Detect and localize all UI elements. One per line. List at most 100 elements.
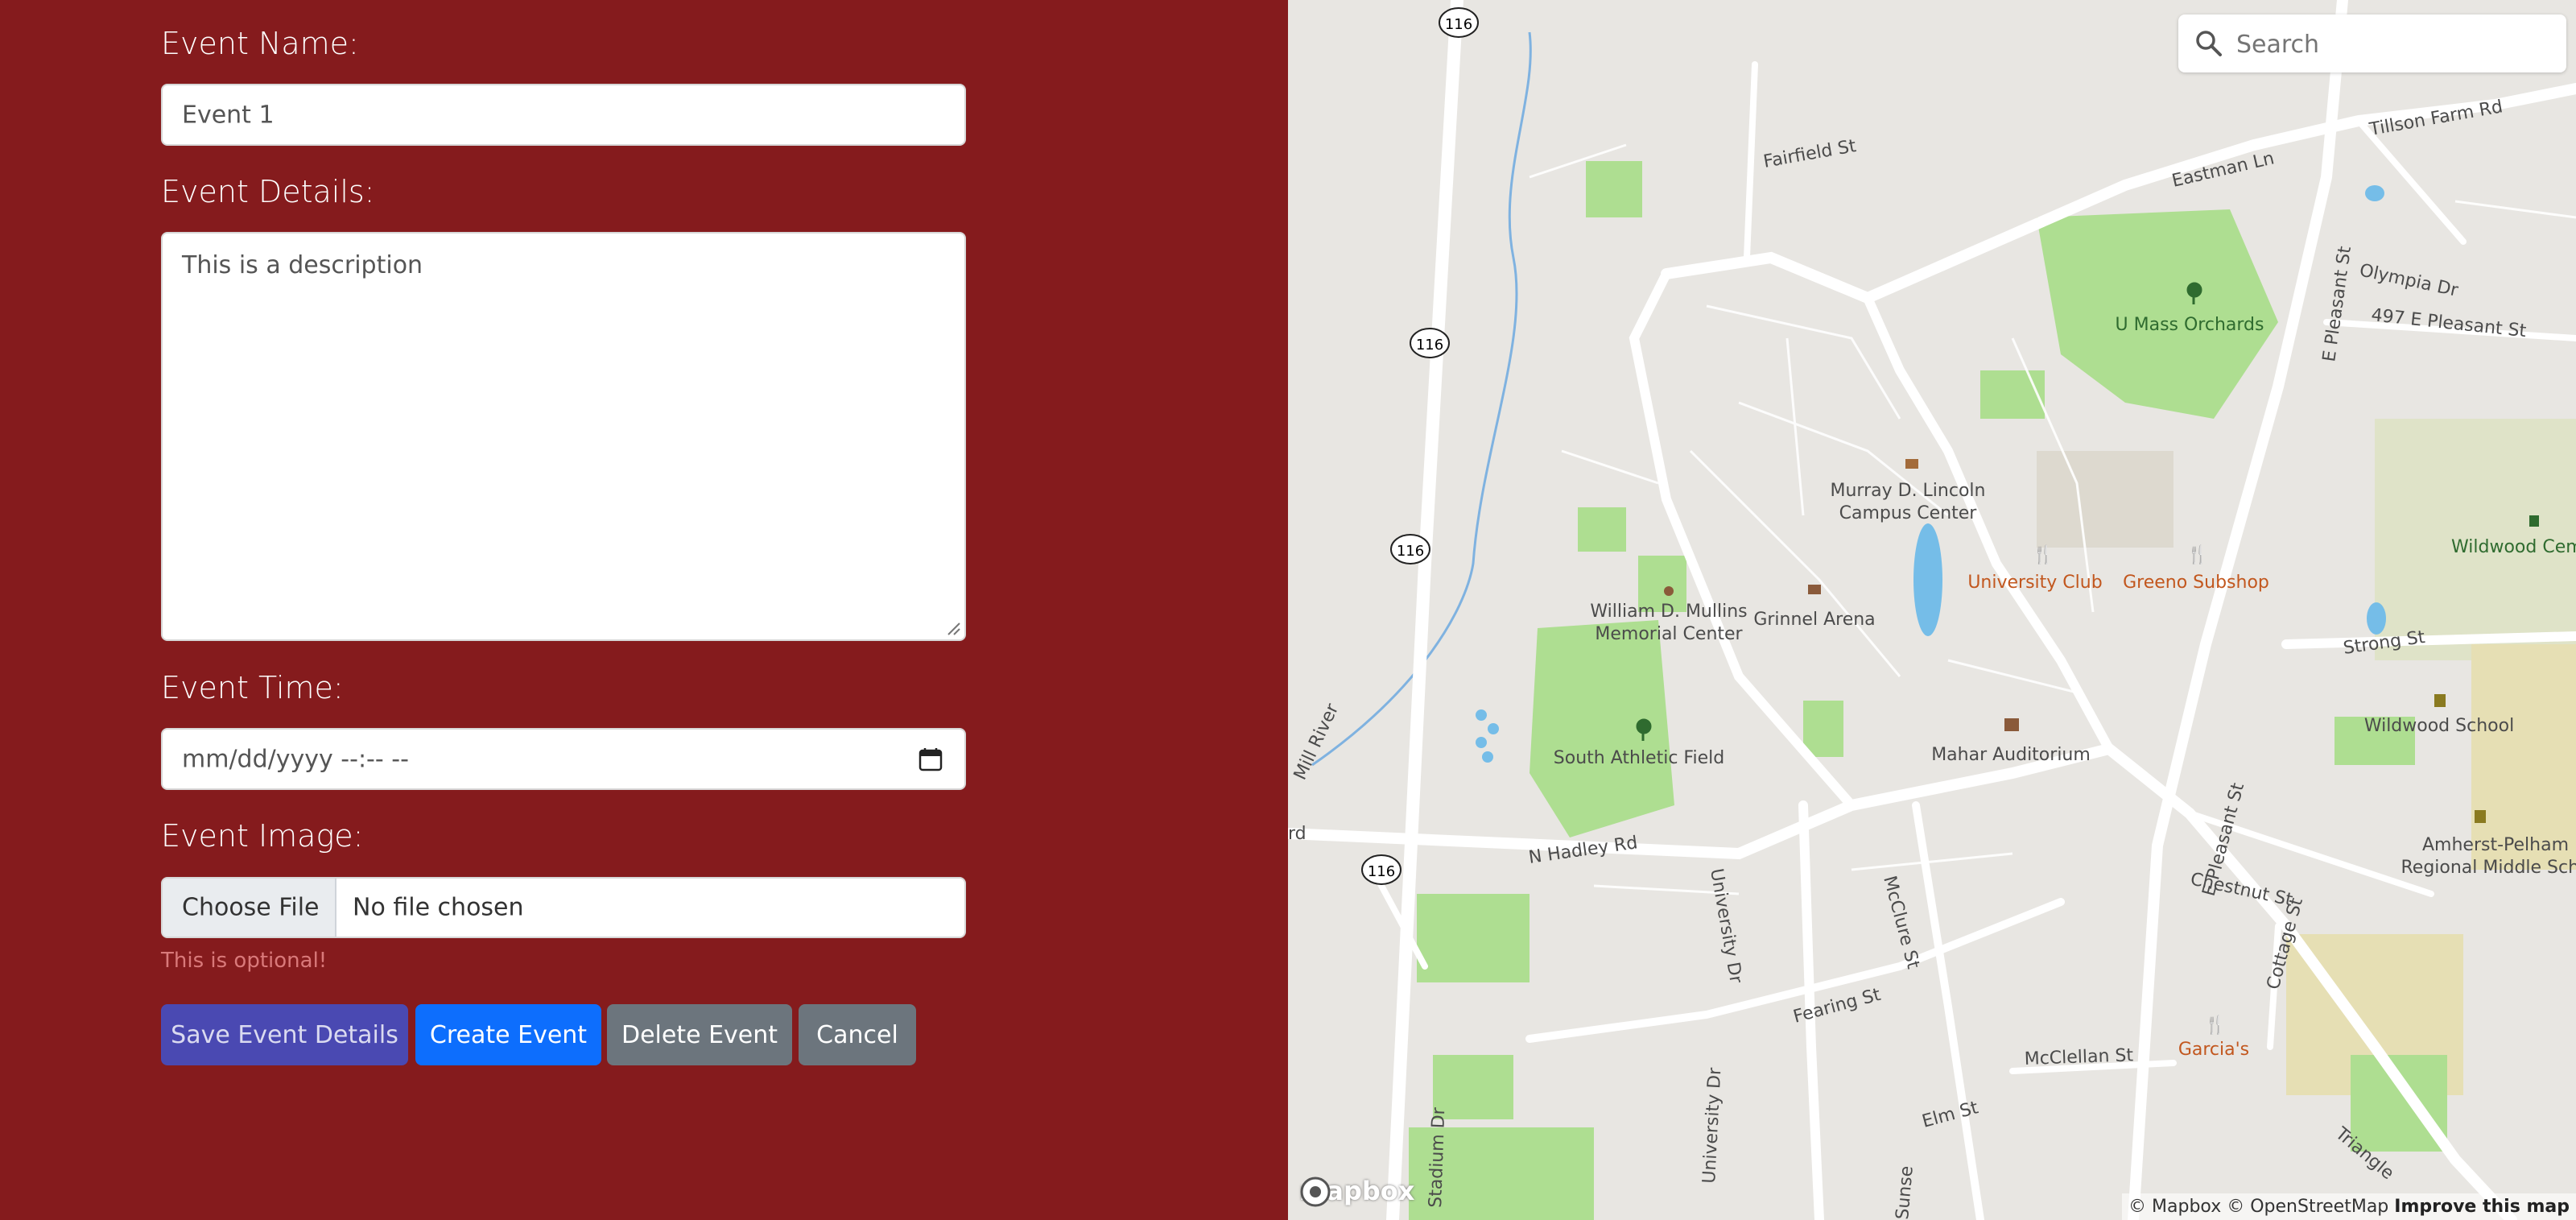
event-name-value: Event 1: [182, 101, 275, 129]
orchards-park: [2037, 209, 2278, 419]
label-mahar-auditorium: Mahar Auditorium: [1931, 745, 2091, 765]
label-university-dr: University Dr: [1706, 867, 1746, 986]
file-status-text: No file chosen: [353, 893, 524, 922]
park-patch: [1578, 507, 1626, 552]
mapbox-logo[interactable]: mapbox: [1299, 1176, 1414, 1207]
event-image-file-input[interactable]: Choose File No file chosen: [161, 877, 966, 938]
arena-icon: [1808, 585, 1821, 594]
label-greeno-subshop: Greeno Subshop: [2123, 573, 2269, 593]
resize-handle-icon[interactable]: [945, 620, 961, 636]
choose-file-label: Choose File: [182, 893, 320, 922]
event-time-label: Event Time:: [161, 670, 344, 705]
label-garcias: Garcia's: [2178, 1040, 2249, 1060]
label-mullins-2: Memorial Center: [1595, 624, 1743, 644]
label-university-club: University Club: [1967, 573, 2102, 593]
pond: [1476, 709, 1487, 721]
attribution-mapbox[interactable]: © Mapbox: [2128, 1197, 2221, 1217]
label-497-e-pleasant: 497 E Pleasant St: [2370, 305, 2527, 341]
label-sunset: Sunse: [1893, 1165, 1918, 1220]
park-patch: [1803, 701, 1843, 757]
pond: [2367, 602, 2386, 635]
pond: [1488, 723, 1499, 734]
label-mcclellan-st: McClellan St: [2024, 1045, 2133, 1069]
label-amherst-pelham-1: Amherst-Pelham: [2422, 835, 2569, 855]
event-name-label: Event Name:: [161, 26, 359, 61]
label-wildwood-school: Wildwood School: [2364, 716, 2514, 736]
event-details-value: This is a description: [182, 251, 423, 279]
map-canvas[interactable]: 116 116 116 116 🍴 🍴 🍴 Fairfield St Eastm…: [1288, 0, 2576, 1220]
label-wildwood-cemetery: Wildwood Ceme: [2451, 537, 2576, 557]
label-amherst-pelham-2: Regional Middle Scho: [2401, 858, 2576, 878]
restaurant-icon: 🍴: [2186, 544, 2208, 565]
campus-landuse: [2037, 451, 2174, 548]
svg-text:116: 116: [1368, 863, 1395, 880]
school-icon: [2475, 810, 2486, 823]
create-event-button[interactable]: Create Event: [415, 1004, 601, 1065]
event-time-placeholder: mm/dd/yyyy --:-- --: [182, 745, 409, 773]
south-athletic-field: [1530, 620, 1674, 837]
calendar-icon[interactable]: [918, 746, 943, 772]
route-116: [1386, 0, 1463, 1220]
label-rd: rd: [1288, 824, 1307, 844]
pond: [1482, 751, 1493, 763]
label-n-hadley-rd: N Hadley Rd: [1527, 833, 1639, 868]
search-icon: [2196, 31, 2222, 56]
create-event-label: Create Event: [429, 1020, 588, 1049]
mapbox-logo-icon: [1300, 1177, 1331, 1207]
label-e-pleasant-st: E Pleasant St: [2319, 245, 2355, 363]
cancel-label: Cancel: [816, 1020, 898, 1049]
fairfield-st: [1744, 61, 1758, 261]
cemetery-icon: [2529, 515, 2539, 527]
restaurant-icon: 🍴: [2032, 544, 2054, 565]
label-stadium-dr: Stadium Dr: [1426, 1106, 1449, 1208]
route-shield-3: 116: [1390, 534, 1430, 565]
label-olympia-dr: Olympia Dr: [2358, 260, 2461, 301]
event-details-textarea[interactable]: This is a description: [161, 232, 966, 641]
label-elm-st: Elm St: [1920, 1098, 1980, 1132]
park-patch: [1980, 370, 2045, 419]
event-details-label: Event Details:: [161, 174, 375, 209]
svg-text:116: 116: [1416, 337, 1443, 354]
pond: [1476, 737, 1487, 748]
optional-hint: This is optional!: [161, 949, 328, 973]
delete-event-button[interactable]: Delete Event: [607, 1004, 792, 1065]
label-mullins-1: William D. Mullins: [1590, 602, 1747, 622]
park-patch: [1586, 161, 1642, 217]
label-mill-river: Mill River: [1290, 700, 1344, 783]
mcclure-st: [1912, 801, 1984, 1220]
route-shield-4: 116: [1361, 854, 1402, 885]
label-fairfield-st: Fairfield St: [1762, 136, 1858, 172]
save-event-details-button[interactable]: Save Event Details: [161, 1004, 408, 1065]
park-patch: [1417, 894, 1530, 982]
route-shield-1: 116: [1439, 7, 1479, 38]
campus-pond: [1913, 523, 1942, 636]
label-u-mass-orchards: U Mass Orchards: [2116, 315, 2264, 335]
map-view[interactable]: 116 116 116 116 🍴 🍴 🍴 Fairfield St Eastm…: [1288, 0, 2576, 1220]
label-university-dr-2: University Dr: [1699, 1066, 1726, 1184]
map-search-input[interactable]: [2235, 14, 2552, 74]
attribution-osm[interactable]: © OpenStreetMap: [2227, 1197, 2388, 1217]
restaurant-icon: 🍴: [2204, 1015, 2226, 1036]
cancel-button[interactable]: Cancel: [799, 1004, 916, 1065]
map-attribution: © Mapbox © OpenStreetMap Improve this ma…: [2122, 1193, 2576, 1220]
label-tillson-farm-rd: Tillson Farm Rd: [2368, 97, 2504, 140]
memorial-center-icon: [1664, 586, 1674, 596]
event-time-input[interactable]: mm/dd/yyyy --:-- --: [161, 728, 966, 790]
choose-file-button[interactable]: Choose File: [163, 879, 336, 937]
label-south-athletic-field: South Athletic Field: [1554, 748, 1724, 768]
delete-event-label: Delete Event: [621, 1020, 778, 1049]
save-event-details-label: Save Event Details: [171, 1020, 398, 1049]
pond: [2365, 185, 2384, 201]
label-grinnel-arena: Grinnel Arena: [1753, 610, 1875, 630]
improve-map-link[interactable]: Improve this map: [2394, 1197, 2570, 1217]
school-icon: [2434, 694, 2446, 707]
svg-text:116: 116: [1445, 16, 1472, 33]
route-shield-2: 116: [1410, 328, 1450, 358]
event-form-panel: Event Name: Event 1 Event Details: This …: [0, 0, 1288, 1220]
event-name-input[interactable]: Event 1: [161, 84, 966, 146]
campus-center-icon: [1905, 459, 1918, 469]
svg-text:116: 116: [1397, 543, 1424, 560]
label-lincoln-center-2: Campus Center: [1839, 503, 1978, 523]
event-image-label: Event Image:: [161, 818, 364, 854]
map-search-box[interactable]: [2178, 14, 2566, 74]
